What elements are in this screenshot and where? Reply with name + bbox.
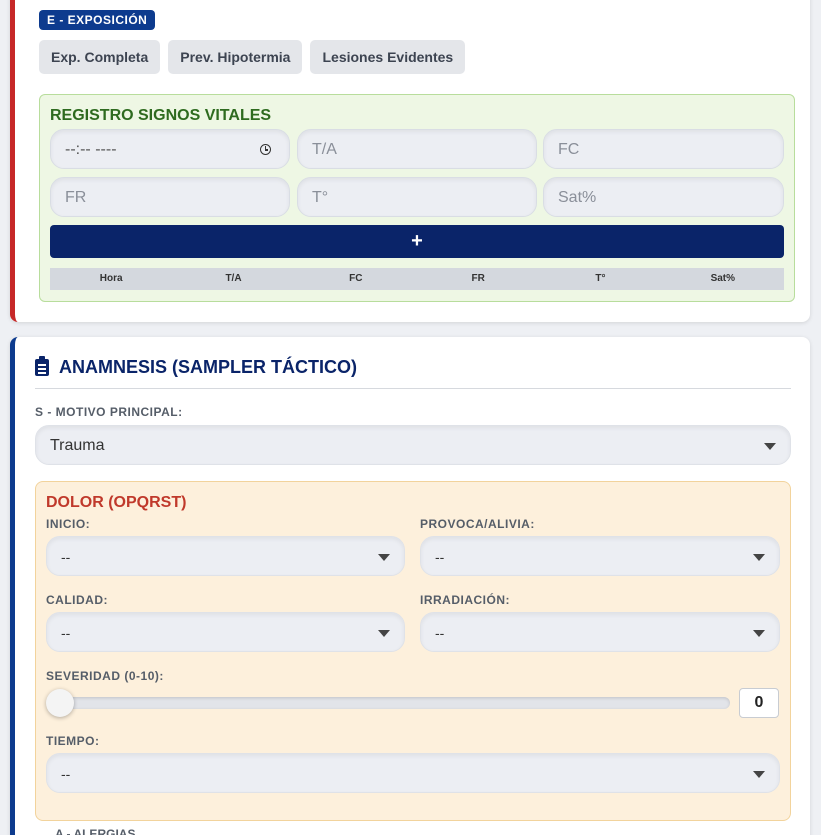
time-input[interactable]: --:-- ---- — [50, 129, 290, 169]
caret-down-icon — [378, 554, 390, 561]
caret-down-icon — [764, 443, 776, 450]
exposure-card: E - EXPOSICIÓN Exp. Completa Prev. Hipot… — [10, 0, 810, 322]
calidad-label: CALIDAD: — [46, 593, 108, 607]
add-vitals-button[interactable]: + — [50, 225, 784, 258]
ta-input[interactable]: T/A — [297, 129, 537, 169]
irradiacion-label: IRRADIACIÓN: — [420, 593, 510, 607]
chip-exp-completa[interactable]: Exp. Completa — [39, 40, 161, 74]
vitals-title: REGISTRO SIGNOS VITALES — [50, 107, 272, 124]
col-ta: T/A — [225, 273, 242, 284]
tiempo-select[interactable]: -- — [46, 753, 780, 793]
severity-value[interactable]: 0 — [739, 688, 779, 718]
fc-input-placeholder: FC — [558, 141, 580, 158]
alergias-label: A - ALERGIAS — [55, 827, 136, 835]
fr-input[interactable]: FR — [50, 177, 290, 217]
tiempo-label: TIEMPO: — [46, 734, 100, 748]
clipboard-icon — [35, 356, 49, 376]
section-divider — [35, 388, 791, 389]
sat-input[interactable]: Sat% — [543, 177, 784, 217]
caret-down-icon — [753, 554, 765, 561]
irradiacion-value: -- — [435, 625, 445, 641]
col-sat: Sat% — [710, 273, 736, 284]
calidad-select[interactable]: -- — [46, 612, 405, 652]
severity-slider-thumb[interactable] — [46, 689, 74, 717]
col-fr: FR — [471, 273, 485, 284]
col-temp: T° — [595, 273, 606, 284]
tiempo-value: -- — [61, 766, 71, 782]
fc-input[interactable]: FC — [543, 129, 784, 169]
motivo-value: Trauma — [50, 437, 105, 454]
inicio-select[interactable]: -- — [46, 536, 405, 576]
motivo-label: S - MOTIVO PRINCIPAL: — [35, 405, 183, 419]
caret-down-icon — [753, 771, 765, 778]
chip-prev-hipotermia[interactable]: Prev. Hipotermia — [168, 40, 303, 74]
calidad-value: -- — [61, 625, 71, 641]
severity-slider-track[interactable] — [48, 697, 730, 709]
temp-input-placeholder: T° — [312, 189, 329, 206]
provoca-select[interactable]: -- — [420, 536, 780, 576]
provoca-label: PROVOCA/ALIVIA: — [420, 517, 535, 531]
anamnesis-title: ANAMNESIS (SAMPLER TÁCTICO) — [59, 357, 357, 377]
caret-down-icon — [378, 630, 390, 637]
sat-input-placeholder: Sat% — [558, 189, 597, 206]
vitals-table-header: Hora T/A FC FR T° Sat% — [50, 268, 784, 290]
inicio-value: -- — [61, 549, 71, 565]
time-input-placeholder: --:-- ---- — [65, 141, 117, 158]
exposure-chips: Exp. Completa Prev. Hipotermia Lesiones … — [39, 40, 466, 74]
clock-icon[interactable] — [260, 144, 271, 155]
vitals-panel: REGISTRO SIGNOS VITALES --:-- ---- T/A F… — [39, 94, 795, 302]
pain-panel: DOLOR (OPQRST) INICIO: -- PROVOCA/ALIVIA… — [35, 481, 791, 821]
provoca-value: -- — [435, 549, 445, 565]
irradiacion-select[interactable]: -- — [420, 612, 780, 652]
caret-down-icon — [753, 630, 765, 637]
col-fc: FC — [349, 273, 363, 284]
pain-title: DOLOR (OPQRST) — [46, 494, 187, 511]
chip-lesiones-evidentes[interactable]: Lesiones Evidentes — [310, 40, 466, 74]
motivo-select[interactable]: Trauma — [35, 425, 791, 465]
anamnesis-card: ANAMNESIS (SAMPLER TÁCTICO) S - MOTIVO P… — [10, 337, 810, 835]
fr-input-placeholder: FR — [65, 189, 87, 206]
col-hora: Hora — [99, 273, 123, 284]
anamnesis-header: ANAMNESIS (SAMPLER TÁCTICO) — [35, 356, 357, 378]
severidad-label: SEVERIDAD (0-10): — [46, 669, 164, 683]
temp-input[interactable]: T° — [297, 177, 537, 217]
exposure-badge: E - EXPOSICIÓN — [39, 10, 156, 30]
ta-input-placeholder: T/A — [312, 141, 337, 158]
inicio-label: INICIO: — [46, 517, 91, 531]
